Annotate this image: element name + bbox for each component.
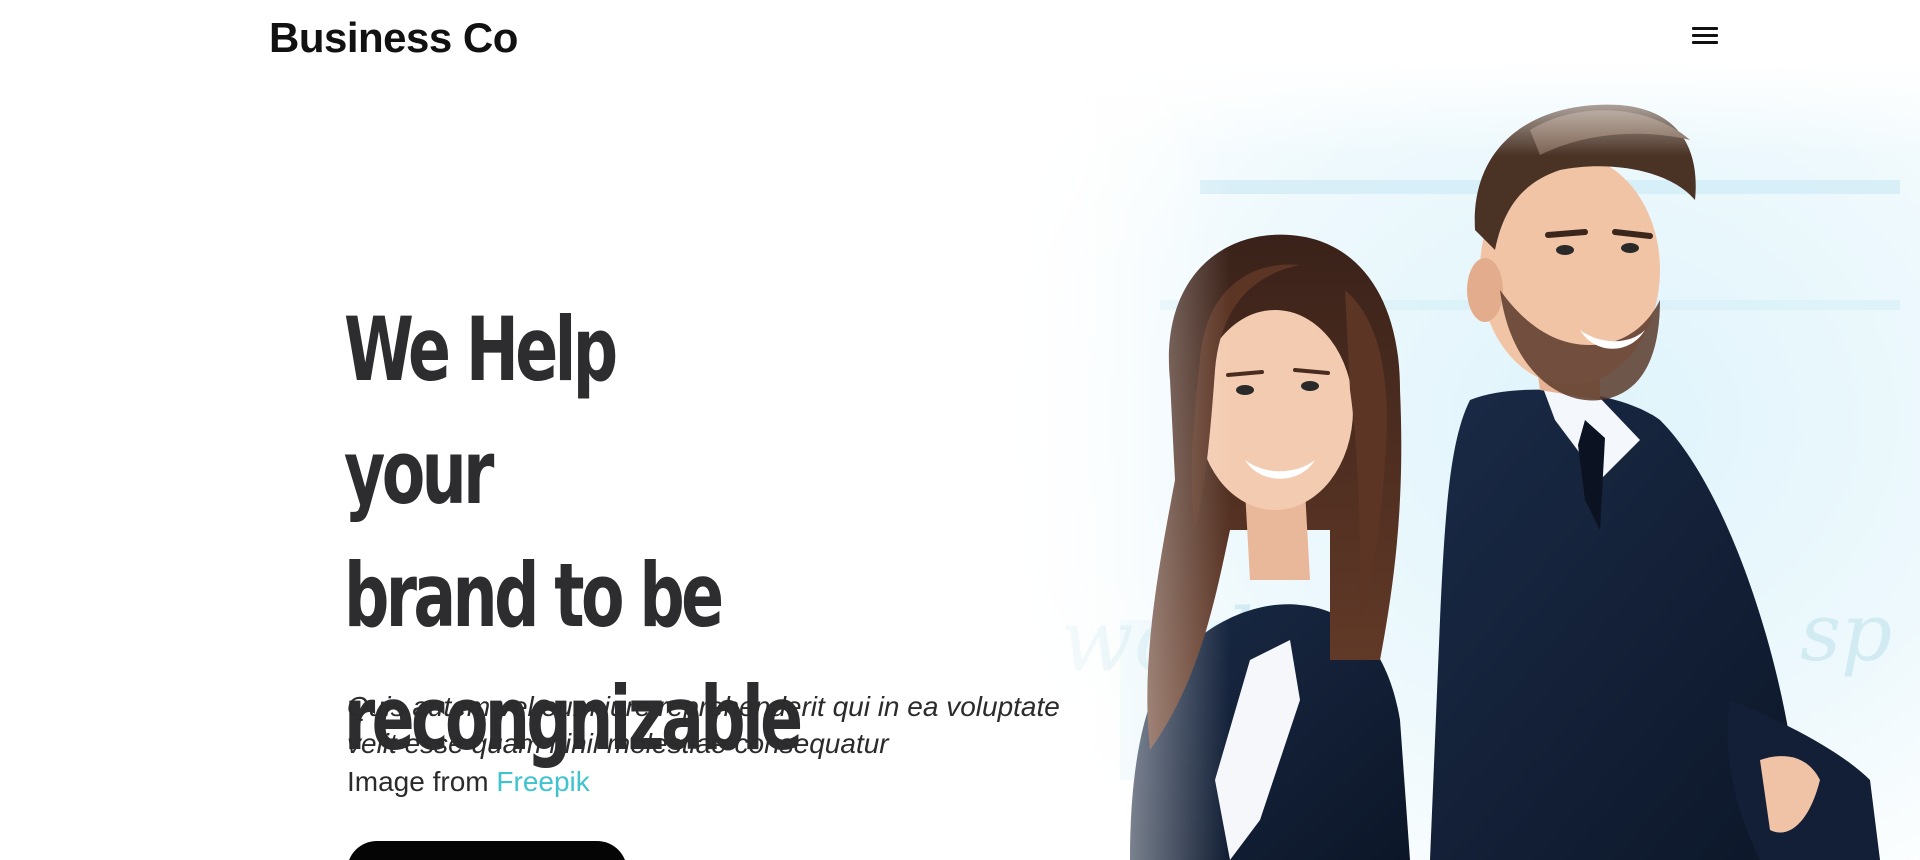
image-credit-prefix: Image from xyxy=(347,766,489,797)
hamburger-line xyxy=(1692,27,1718,30)
freepik-link[interactable]: Freepik xyxy=(496,766,589,797)
image-credit: Image from Freepik xyxy=(347,763,590,800)
hamburger-line xyxy=(1692,41,1718,44)
hamburger-line xyxy=(1692,34,1718,37)
landing-page: Business Co We Help your brand to be rec… xyxy=(0,0,1920,860)
hero-title-line: brand to be xyxy=(344,544,724,647)
hero-cta-button[interactable] xyxy=(347,841,627,860)
hero-title-line: We Help your xyxy=(344,298,618,524)
hamburger-menu-icon[interactable] xyxy=(1682,20,1726,52)
hero-photo: work sp xyxy=(1000,60,1920,860)
hero-description: Quis autem vel eum iure reprehenderit qu… xyxy=(347,691,1060,759)
brand-logo-text[interactable]: Business Co xyxy=(269,10,518,66)
